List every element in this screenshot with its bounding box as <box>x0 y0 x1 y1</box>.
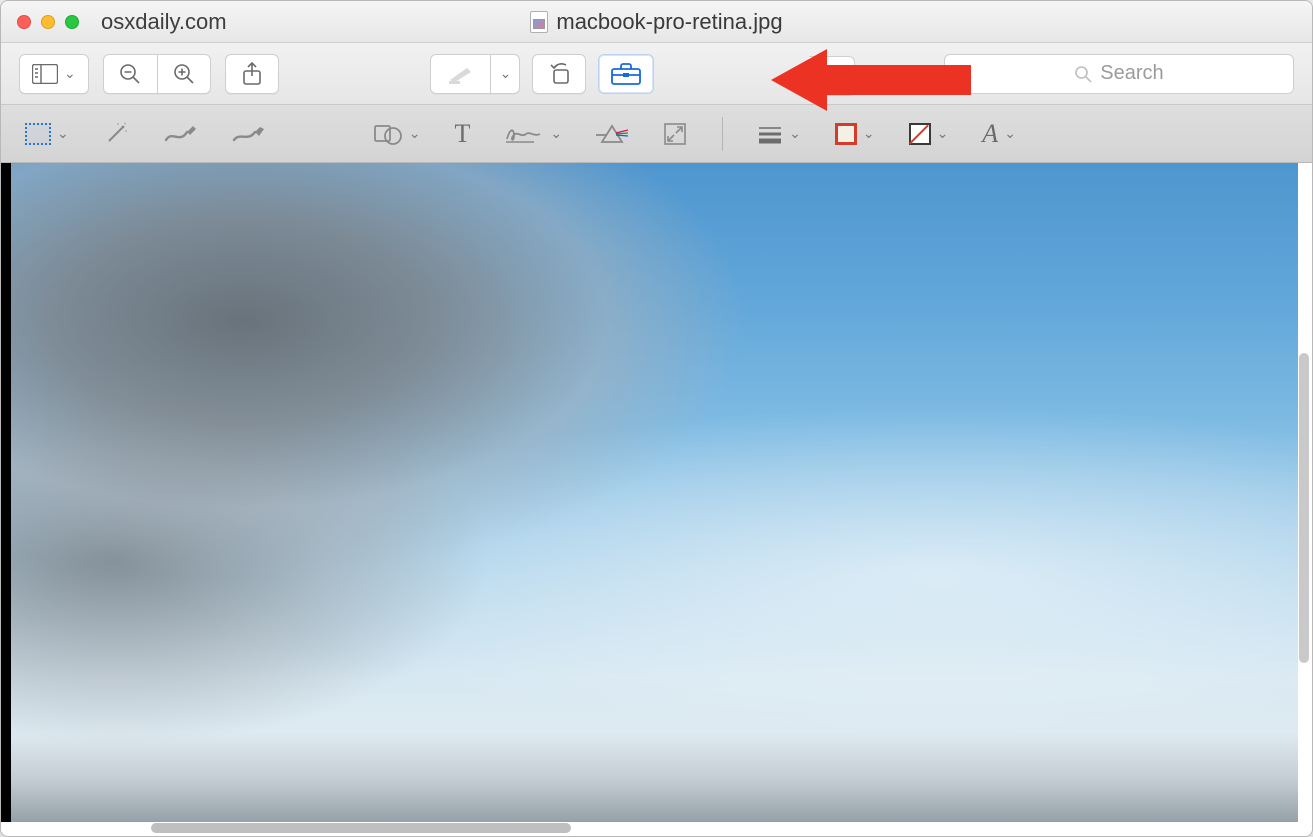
chevron-down-icon: ⌄ <box>57 125 69 142</box>
adjust-color-button[interactable] <box>596 117 628 151</box>
horizontal-scrollbar[interactable] <box>151 823 571 833</box>
draw-icon <box>231 122 265 146</box>
adjust-size-button[interactable] <box>662 117 688 151</box>
text-style-icon: A <box>982 119 998 149</box>
line-style-button[interactable]: ⌄ <box>757 117 801 151</box>
sidebar-toggle-button[interactable]: ⌄ <box>19 54 89 94</box>
text-icon: T <box>454 119 470 149</box>
share-button[interactable] <box>225 54 279 94</box>
source-label: osxdaily.com <box>101 9 227 35</box>
magnifier-icon <box>1074 65 1092 83</box>
shapes-icon <box>373 122 403 146</box>
highlight-menu-button[interactable]: ⌄ <box>490 54 520 94</box>
border-color-button[interactable]: ⌄ <box>835 117 875 151</box>
shapes-button[interactable]: ⌄ <box>373 117 421 151</box>
toolbar-separator <box>722 117 723 151</box>
preview-window: osxdaily.com macbook-pro-retina.jpg ⌄ <box>0 0 1313 837</box>
draw-button[interactable] <box>231 117 265 151</box>
share-icon <box>242 62 262 86</box>
chevron-down-icon: ⌄ <box>789 125 801 142</box>
highlight-button[interactable] <box>430 54 490 94</box>
resize-icon <box>662 121 688 147</box>
fill-color-button[interactable]: ⌄ <box>909 117 949 151</box>
highlight-group: ⌄ <box>430 54 520 94</box>
file-icon <box>530 11 548 33</box>
sketch-icon <box>163 122 197 146</box>
rotate-button[interactable] <box>532 54 586 94</box>
file-name: macbook-pro-retina.jpg <box>556 9 782 35</box>
toolbox-icon <box>611 63 641 85</box>
rotate-left-icon <box>546 62 572 86</box>
fill-color-swatch <box>909 123 931 145</box>
signature-button[interactable]: ⌄ <box>504 117 562 151</box>
chevron-down-icon: ⌄ <box>500 65 512 82</box>
chevron-down-icon: ⌄ <box>937 125 949 142</box>
chevron-down-icon: ⌄ <box>409 125 421 142</box>
image-viewport[interactable] <box>1 163 1312 836</box>
search-field[interactable]: Search <box>944 54 1294 94</box>
zoom-out-button[interactable] <box>103 54 157 94</box>
hidden-toolbar-button[interactable] <box>809 56 855 96</box>
minimize-window-button[interactable] <box>41 15 55 29</box>
chevron-down-icon: ⌄ <box>863 125 875 142</box>
window-controls <box>17 15 79 29</box>
zoom-window-button[interactable] <box>65 15 79 29</box>
vertical-scrollbar[interactable] <box>1299 353 1309 663</box>
sketch-button[interactable] <box>163 117 197 151</box>
line-weight-icon <box>757 124 783 144</box>
chevron-down-icon: ⌄ <box>1004 125 1016 142</box>
zoom-in-button[interactable] <box>157 54 211 94</box>
sidebar-icon <box>32 64 58 84</box>
zoom-in-icon <box>172 62 196 86</box>
selection-tool-button[interactable]: ⌄ <box>25 117 69 151</box>
zoom-out-icon <box>118 62 142 86</box>
close-window-button[interactable] <box>17 15 31 29</box>
search-placeholder: Search <box>1100 62 1163 85</box>
image-canvas <box>1 163 1298 822</box>
wand-icon <box>103 121 129 147</box>
markup-toolbar-button[interactable] <box>598 54 654 94</box>
zoom-group <box>103 54 211 94</box>
rectangular-selection-icon <box>25 123 51 145</box>
prism-icon <box>596 122 628 146</box>
primary-toolbar: ⌄ ⌄ <box>1 43 1312 105</box>
highlight-icon <box>447 64 475 84</box>
titlebar: osxdaily.com macbook-pro-retina.jpg <box>1 1 1312 43</box>
signature-icon <box>504 122 544 146</box>
text-style-button[interactable]: A ⌄ <box>982 117 1016 151</box>
border-color-swatch <box>835 123 857 145</box>
text-tool-button[interactable]: T <box>454 117 470 151</box>
chevron-down-icon: ⌄ <box>550 125 562 142</box>
chevron-down-icon: ⌄ <box>64 65 76 82</box>
markup-toolbar: ⌄ ⌄ T ⌄ ⌄ <box>1 105 1312 163</box>
instant-alpha-button[interactable] <box>103 117 129 151</box>
